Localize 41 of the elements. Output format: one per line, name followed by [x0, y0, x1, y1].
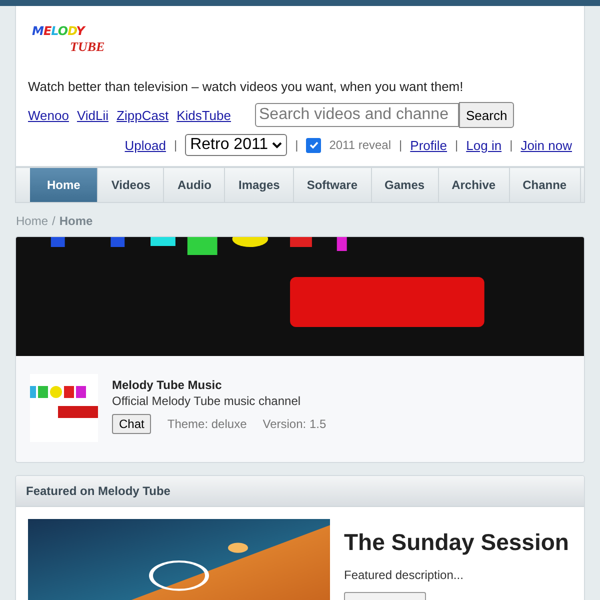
- search-button[interactable]: Search: [459, 102, 514, 128]
- featured-heading: Featured on Melody Tube: [16, 476, 584, 507]
- site-logo[interactable]: MELODY TUBE: [28, 24, 122, 55]
- channel-name: Melody Tube Music: [112, 378, 223, 392]
- breadcrumb-current: Home: [59, 214, 93, 228]
- separator: |: [174, 138, 178, 152]
- featured-description: Featured description...: [344, 568, 464, 582]
- nav-tab[interactable]: Software: [294, 168, 372, 202]
- partner-link[interactable]: ZippCast: [116, 108, 169, 122]
- nav-tab[interactable]: Home: [30, 168, 98, 202]
- breadcrumb-separator: /: [52, 214, 56, 228]
- nav-tab[interactable]: Images: [225, 168, 294, 202]
- account-link[interactable]: Log in: [466, 138, 502, 152]
- featured-button[interactable]: [344, 592, 426, 600]
- theme-select[interactable]: Retro 2011: [185, 134, 288, 156]
- reveal-label: 2011 reveal: [329, 138, 392, 152]
- partner-link[interactable]: VidLii: [76, 108, 109, 122]
- reveal-checkbox[interactable]: [306, 138, 322, 152]
- separator: |: [455, 138, 458, 152]
- channel-theme: Theme: deluxe: [167, 417, 247, 431]
- upload-link[interactable]: Upload: [124, 138, 166, 152]
- chevron-icon: [272, 141, 282, 149]
- featured-title: The Sunday Session: [344, 529, 569, 556]
- channel-version: Version: 1.5: [262, 417, 326, 431]
- account-link[interactable]: Join now: [520, 138, 572, 152]
- chat-button[interactable]: Chat: [112, 414, 152, 434]
- partner-link[interactable]: KidsTube: [176, 108, 231, 122]
- separator: |: [510, 138, 513, 152]
- nav-tab[interactable]: Videos: [98, 168, 164, 202]
- separator: |: [295, 138, 298, 152]
- search-field[interactable]: Search videos and channe: [255, 103, 459, 127]
- nav-tab[interactable]: Archive: [438, 168, 510, 202]
- checkmark-icon: [308, 140, 319, 150]
- nav-tab[interactable]: Audio: [164, 168, 226, 202]
- tagline: Watch better than television – watch videos you want, when you want them!: [28, 79, 464, 94]
- account-link[interactable]: Profile: [410, 138, 448, 152]
- separator: |: [399, 138, 402, 152]
- nav-tab[interactable]: Channe: [510, 168, 581, 202]
- nav-tab[interactable]: Games: [372, 168, 439, 202]
- channel-description: Official Melody Tube music channel: [112, 394, 302, 408]
- partner-link[interactable]: Wenoo: [28, 108, 69, 122]
